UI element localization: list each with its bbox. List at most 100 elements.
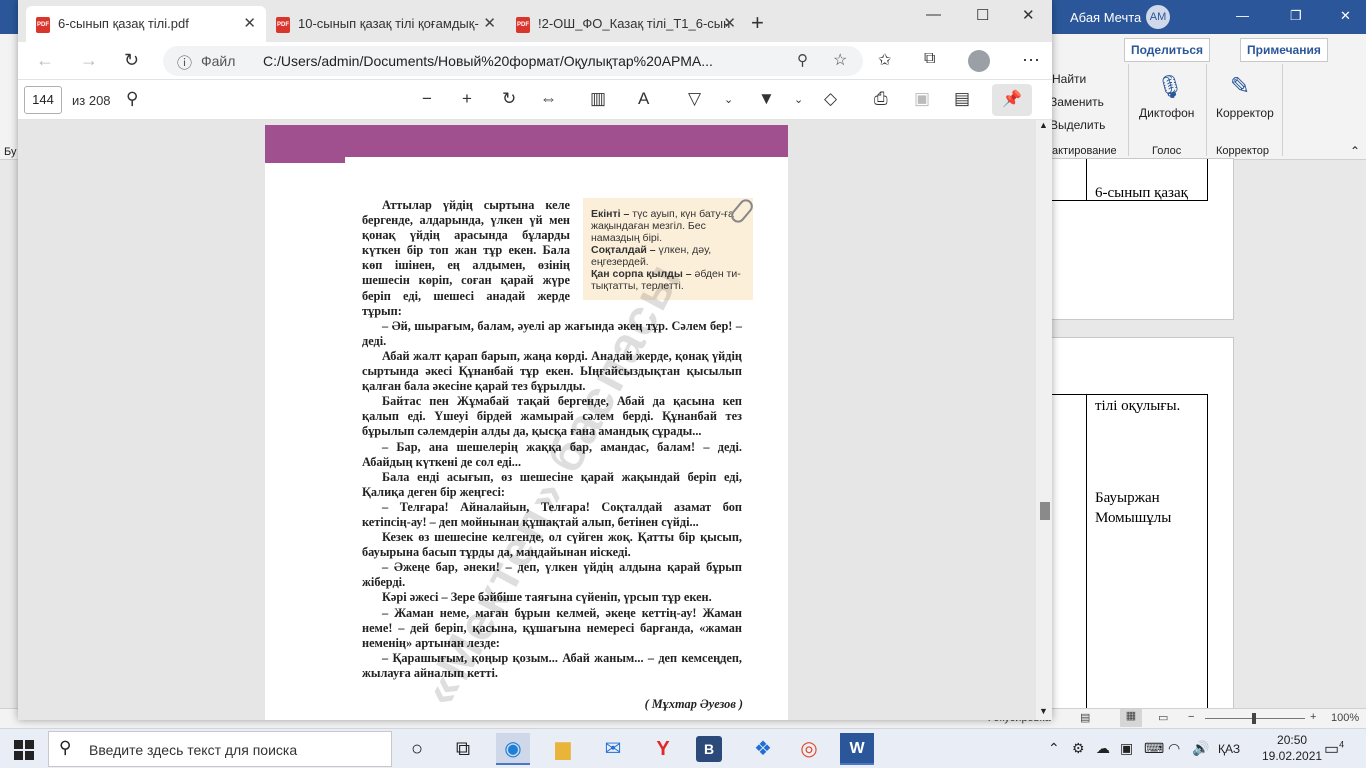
collections-icon[interactable]: ⧉ [924, 50, 935, 68]
highlight-icon[interactable]: ▼ [758, 89, 775, 109]
read-aloud-icon[interactable]: A [638, 89, 649, 109]
more-menu-icon[interactable]: ⋯ [1022, 50, 1040, 71]
chevron-down-icon[interactable]: ⌄ [794, 93, 803, 106]
close-tab-icon[interactable]: ✕ [723, 6, 736, 42]
zoom-slider-thumb[interactable] [1252, 713, 1256, 724]
zoom-in-icon[interactable]: + [1310, 711, 1316, 723]
clock[interactable]: 20:50 19.02.2021 [1262, 732, 1322, 764]
close-icon[interactable]: ✕ [1340, 8, 1351, 24]
fit-width-icon[interactable]: ⇔ [540, 89, 557, 109]
forward-icon[interactable]: → [80, 50, 98, 71]
close-tab-icon[interactable]: ✕ [483, 6, 496, 42]
chrome-icon[interactable]: ◎ [792, 733, 826, 765]
table-cell-text[interactable]: Бауыржан [1095, 490, 1160, 507]
edge-window: PDF 6-сынып қазақ тілі.pdf ✕ PDF 10-сынып … [18, 0, 1052, 720]
security-icon[interactable]: ⚙ [1072, 740, 1085, 757]
web-layout-icon[interactable]: ▭ [1158, 711, 1168, 724]
browser-tab[interactable]: PDF 10-сынып қазақ тілі қоғамдық- ✕ [266, 6, 506, 42]
dictate-button[interactable]: Диктофон [1139, 106, 1194, 120]
zoom-out-icon[interactable]: − [1188, 711, 1194, 723]
network-icon[interactable]: ⌨ [1144, 740, 1164, 757]
zoom-out-icon[interactable]: − [422, 89, 432, 109]
vk-icon[interactable]: В [696, 736, 722, 762]
task-view-icon[interactable]: ⧉ [446, 733, 480, 765]
ribbon-separator [1206, 64, 1207, 156]
table-cell-text[interactable]: тілі оқулығы. [1095, 398, 1180, 415]
yandex-icon[interactable]: Y [646, 733, 680, 765]
ribbon-separator [1282, 64, 1283, 156]
wifi-icon[interactable]: ◠ [1168, 740, 1180, 757]
collapse-ribbon-icon[interactable]: ⌃ [1350, 144, 1360, 158]
ribbon-separator [1128, 64, 1129, 156]
file-explorer-icon[interactable]: ▆ [546, 733, 580, 765]
browser-tab[interactable]: PDF !2-ОШ_ФО_Казақ тілі_Т1_6-сын ✕ [506, 6, 746, 42]
editor-pen-icon[interactable]: ✎ [1230, 72, 1250, 101]
add-favorite-icon[interactable]: ☆ [833, 50, 847, 70]
share-button[interactable]: Поделиться [1124, 38, 1211, 62]
page-header-banner [265, 125, 788, 157]
volume-icon[interactable]: 🔊 [1192, 740, 1209, 757]
find-button[interactable]: Найти [1052, 72, 1086, 86]
select-button[interactable]: Выделить [1050, 118, 1105, 132]
mail-icon[interactable]: ✉ [596, 733, 630, 765]
refresh-icon[interactable]: ↻ [124, 50, 139, 71]
url-field[interactable]: ⓘ Файл C:/Users/admin/Documents/Новый%20… [163, 46, 863, 76]
replace-button[interactable]: Заменить [1050, 95, 1104, 109]
close-tab-icon[interactable]: ✕ [243, 6, 256, 42]
table-border [1207, 159, 1208, 201]
scroll-down-icon[interactable]: ▼ [1039, 706, 1048, 716]
cortana-icon[interactable]: ○ [400, 733, 434, 765]
edge-icon[interactable]: ◉ [496, 733, 530, 765]
chevron-up-icon[interactable]: ⌃ [1048, 740, 1060, 757]
word-icon[interactable]: W [840, 733, 874, 765]
back-icon[interactable]: ← [36, 50, 54, 71]
search-icon[interactable]: ⚲ [126, 89, 138, 109]
draw-icon[interactable]: ▽ [688, 89, 701, 109]
rotate-icon[interactable]: ↻ [502, 89, 516, 109]
favorites-icon[interactable]: ✩ [878, 50, 891, 70]
page-view-icon[interactable]: ▥ [590, 89, 606, 109]
table-cell-text[interactable]: 6-сынып қазақ [1095, 185, 1188, 202]
comments-button[interactable]: Примечания [1240, 38, 1328, 62]
close-icon[interactable]: ✕ [1022, 6, 1035, 24]
pdf-viewer: Екінті – түс ауып, күн бату-ға жақындаға… [18, 120, 1052, 720]
browser-tab[interactable]: PDF 6-сынып қазақ тілі.pdf ✕ [26, 6, 266, 42]
avatar[interactable]: AM [1146, 5, 1170, 29]
scroll-up-icon[interactable]: ▲ [1039, 120, 1048, 130]
onedrive-icon[interactable]: ☁ [1096, 740, 1110, 757]
language-indicator[interactable]: ҚАЗ [1218, 742, 1240, 756]
zoom-icon[interactable]: ⚲ [797, 51, 808, 69]
scrollbar-thumb[interactable] [1040, 502, 1050, 520]
taskbar-search[interactable]: ⚲ Введите здесь текст для поиска [48, 731, 392, 767]
print-icon[interactable]: ⎙ [874, 89, 888, 109]
pdf-icon: PDF [36, 16, 50, 33]
eraser-icon[interactable]: ◇ [824, 89, 837, 109]
windows-start-icon[interactable] [14, 740, 34, 760]
restore-icon[interactable]: ❐ [1290, 8, 1302, 24]
save-as-icon[interactable]: ▤ [954, 89, 970, 109]
meet-now-icon[interactable]: ▣ [1120, 740, 1133, 757]
zoom-in-icon[interactable]: + [462, 89, 472, 109]
url-text[interactable]: C:/Users/admin/Documents/Новый%20формат/… [263, 53, 775, 69]
minimize-icon[interactable]: — [926, 6, 941, 23]
save-icon[interactable]: ▣ [914, 89, 930, 109]
read-mode-icon[interactable]: ▤ [1080, 711, 1090, 724]
pin-toolbar-icon[interactable]: 📌 [992, 84, 1032, 116]
editor-button[interactable]: Корректор [1216, 106, 1274, 120]
profile-icon[interactable] [968, 50, 990, 72]
minimize-icon[interactable]: — [1236, 8, 1249, 23]
page-number-input[interactable]: 144 [24, 86, 62, 114]
table-cell-text[interactable]: Момышұлы [1095, 510, 1171, 527]
microphone-icon[interactable]: 🎙 [1156, 74, 1184, 100]
tab-strip: PDF 6-сынып қазақ тілі.pdf ✕ PDF 10-сынып … [18, 0, 1052, 42]
new-tab-button[interactable]: + [751, 10, 764, 36]
maximize-icon[interactable]: ☐ [976, 6, 989, 24]
dropbox-icon[interactable]: ❖ [746, 733, 780, 765]
scrollbar[interactable]: ▲ ▼ [1036, 120, 1052, 720]
print-layout-icon[interactable]: ▦ [1120, 709, 1142, 727]
taskbar: ⚲ Введите здесь текст для поиска ○ ⧉ ◉ ▆… [0, 728, 1366, 768]
zoom-level[interactable]: 100% [1331, 712, 1359, 724]
chevron-down-icon[interactable]: ⌄ [724, 93, 733, 106]
info-icon[interactable]: ⓘ [177, 52, 192, 73]
notification-icon[interactable]: ▭4 [1324, 739, 1344, 759]
